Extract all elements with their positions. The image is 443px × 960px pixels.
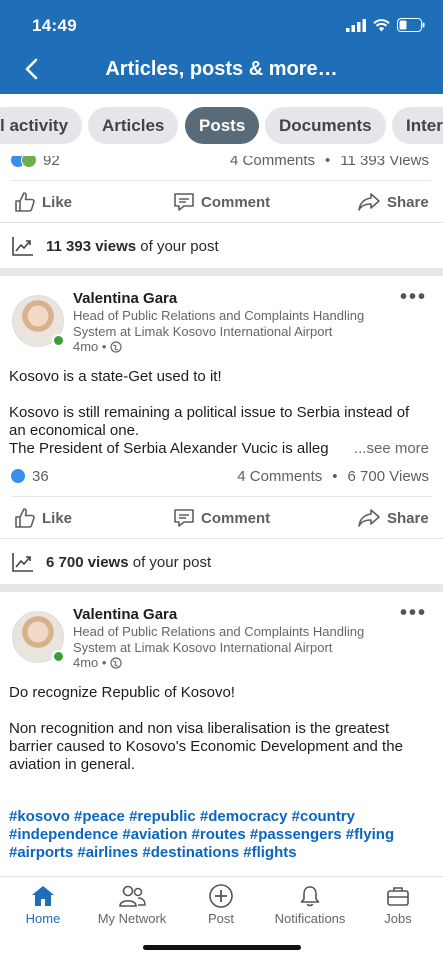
nav-notifications[interactable]: Notifications bbox=[265, 881, 355, 926]
social-counts: 92 4 Comments • 11 393 Views bbox=[10, 156, 429, 170]
comment-icon bbox=[174, 193, 194, 211]
views-count[interactable]: 11 393 Views bbox=[340, 156, 429, 169]
comments-count[interactable]: 4 Comments bbox=[230, 156, 315, 169]
wifi-icon bbox=[373, 18, 390, 31]
status-icons bbox=[346, 18, 425, 32]
like-button[interactable]: Like bbox=[14, 191, 72, 213]
comment-icon bbox=[174, 509, 194, 527]
reactions-count[interactable]: 36 bbox=[32, 468, 49, 485]
nav-jobs-label: Jobs bbox=[384, 911, 412, 926]
share-icon bbox=[358, 193, 380, 211]
nav-jobs[interactable]: Jobs bbox=[353, 881, 443, 926]
post-text-line: Do recognize Republic of Kosovo! bbox=[9, 684, 235, 701]
reactions-count[interactable]: 92 bbox=[43, 156, 60, 169]
nav-notifications-label: Notifications bbox=[274, 911, 346, 926]
post-time-label: 4mo • bbox=[73, 655, 107, 670]
nav-my-network-label: My Network bbox=[97, 911, 167, 926]
share-icon bbox=[358, 509, 380, 527]
comments-count[interactable]: 4 Comments bbox=[237, 468, 322, 485]
views-total: 6 700 views bbox=[46, 553, 129, 571]
nav-home-label: Home bbox=[25, 911, 61, 926]
nav-home[interactable]: Home bbox=[0, 881, 88, 926]
author-headline: Head of Public Relations and Complaints … bbox=[73, 308, 365, 339]
briefcase-icon bbox=[387, 887, 409, 906]
views-count[interactable]: 6 700 Views bbox=[348, 468, 429, 485]
post-text-line: Non recognition and non visa liberalisat… bbox=[9, 720, 403, 773]
author-headline: Head of Public Relations and Complaints … bbox=[73, 624, 365, 655]
battery-icon bbox=[397, 18, 425, 32]
post-card: 92 4 Comments • 11 393 Views Like Commen… bbox=[0, 156, 443, 268]
post-card: Valentina Gara Head of Public Relations … bbox=[0, 276, 443, 584]
share-button[interactable]: Share bbox=[357, 191, 429, 213]
post-text: Kosovo is a state-Get used to it! Kosovo… bbox=[9, 368, 429, 458]
tab-all-activity[interactable]: l activity bbox=[0, 107, 83, 144]
tab-articles[interactable]: Articles bbox=[88, 107, 179, 144]
more-options-icon[interactable]: ••• bbox=[400, 286, 427, 309]
post-text-line: Kosovo is still remaining a political is… bbox=[9, 404, 410, 439]
post-card: Valentina Gara Head of Public Relations … bbox=[0, 592, 443, 876]
home-icon bbox=[32, 886, 54, 906]
comment-label: Comment bbox=[201, 509, 271, 527]
online-status-dot bbox=[52, 650, 65, 663]
like-label: Like bbox=[42, 193, 73, 211]
globe-icon bbox=[110, 340, 123, 353]
post-time: 4mo • bbox=[73, 339, 123, 354]
author-name[interactable]: Valentina Gara bbox=[73, 606, 177, 623]
post-text: Do recognize Republic of Kosovo! Non rec… bbox=[9, 684, 429, 774]
like-button[interactable]: Like bbox=[14, 507, 72, 529]
share-label: Share bbox=[387, 509, 429, 527]
filter-tabs: l activity Articles Posts Documents Inte… bbox=[0, 94, 443, 156]
page-title: Articles, posts & more… bbox=[105, 58, 338, 80]
like-label: Like bbox=[42, 509, 73, 527]
like-icon bbox=[15, 192, 35, 212]
tab-documents[interactable]: Documents bbox=[265, 107, 386, 144]
post-time: 4mo • bbox=[73, 655, 123, 670]
see-more-link[interactable]: ...see more bbox=[354, 440, 429, 458]
tab-interests[interactable]: Inter bbox=[392, 107, 443, 144]
share-label: Share bbox=[387, 193, 429, 211]
comment-button[interactable]: Comment bbox=[173, 191, 270, 213]
author-name[interactable]: Valentina Gara bbox=[73, 290, 177, 307]
network-icon bbox=[119, 885, 146, 907]
online-status-dot bbox=[52, 334, 65, 347]
posts-feed: 92 4 Comments • 11 393 Views Like Commen… bbox=[0, 156, 443, 876]
reactions-icon bbox=[10, 468, 26, 484]
post-time-label: 4mo • bbox=[73, 339, 107, 354]
plus-icon bbox=[209, 884, 233, 908]
comment-label: Comment bbox=[201, 193, 271, 211]
reactions-icon bbox=[10, 156, 37, 168]
post-text-line: Kosovo is a state-Get used to it! bbox=[9, 368, 222, 385]
nav-post-label: Post bbox=[207, 911, 234, 926]
views-suffix: of your post bbox=[140, 237, 219, 255]
like-icon bbox=[15, 508, 35, 528]
post-views-row[interactable]: 11 393 views of your post bbox=[12, 236, 219, 256]
signal-icon bbox=[346, 18, 366, 32]
status-bar: 14:49 bbox=[0, 0, 443, 48]
comment-button[interactable]: Comment bbox=[173, 507, 270, 529]
analytics-icon bbox=[12, 237, 33, 256]
views-suffix: of your post bbox=[132, 553, 212, 571]
nav-my-network[interactable]: My Network bbox=[87, 881, 177, 926]
post-hashtags[interactable]: #kosovo #peace #republic #democracy #cou… bbox=[9, 808, 429, 862]
tab-posts[interactable]: Posts bbox=[185, 107, 260, 144]
more-options-icon[interactable]: ••• bbox=[400, 602, 427, 625]
home-indicator bbox=[143, 945, 301, 950]
social-counts: 36 4 Comments • 6 700 Views bbox=[10, 466, 429, 486]
bell-icon bbox=[300, 886, 320, 907]
nav-post[interactable]: Post bbox=[176, 881, 266, 926]
share-button[interactable]: Share bbox=[357, 507, 429, 529]
post-views-row[interactable]: 6 700 views of your post bbox=[12, 552, 211, 572]
nav-bar: Articles, posts & more… bbox=[0, 48, 443, 94]
globe-icon bbox=[110, 656, 123, 669]
status-time: 14:49 bbox=[32, 16, 77, 35]
post-text-line: The President of Serbia Alexander Vucic … bbox=[9, 440, 329, 457]
analytics-icon bbox=[12, 553, 33, 572]
views-total: 11 393 views bbox=[46, 237, 137, 255]
